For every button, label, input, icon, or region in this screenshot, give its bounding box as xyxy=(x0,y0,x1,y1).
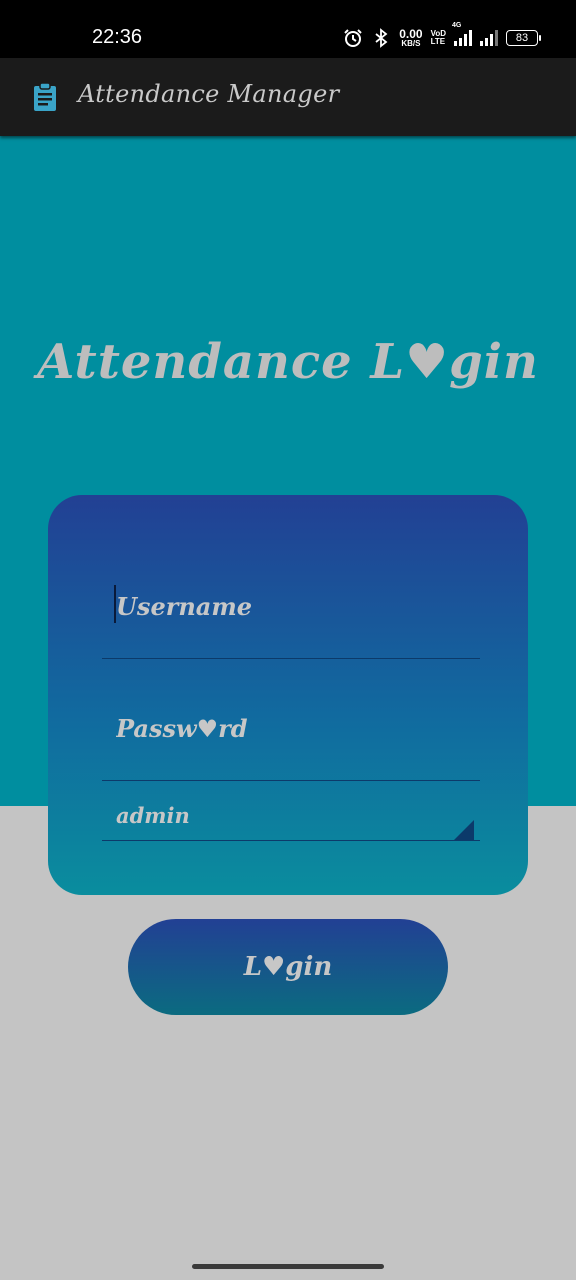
nav-bar xyxy=(0,1254,576,1280)
network-type: 4G xyxy=(452,22,462,29)
status-time: 22:36 xyxy=(92,26,143,48)
password-input[interactable] xyxy=(102,699,480,757)
network-speed: 0.00 KB/S xyxy=(399,28,422,48)
home-indicator[interactable] xyxy=(192,1264,384,1269)
username-input[interactable] xyxy=(102,577,480,635)
login-card: admin xyxy=(48,495,528,895)
password-field xyxy=(102,699,480,781)
text-cursor xyxy=(114,585,116,623)
login-button-label: L♥gin xyxy=(243,952,333,982)
network-speed-unit: KB/S xyxy=(401,39,421,48)
volte-indicator: VoD LTE xyxy=(431,30,446,46)
status-icons: 0.00 KB/S VoD LTE 4G 83 xyxy=(343,22,541,50)
username-field xyxy=(102,577,480,659)
bluetooth-icon xyxy=(375,28,388,48)
battery-level: 83 xyxy=(515,32,529,44)
role-dropdown[interactable]: admin xyxy=(102,795,480,841)
signal-icon: 4G xyxy=(452,22,472,46)
volte-bottom: LTE xyxy=(430,37,446,46)
app-bar: Attendance Manager xyxy=(0,58,576,136)
login-button[interactable]: L♥gin xyxy=(128,919,448,1015)
role-selected-value: admin xyxy=(116,803,190,828)
dropdown-triangle-icon xyxy=(454,820,474,840)
alarm-icon xyxy=(344,29,362,47)
signal-icon xyxy=(480,30,498,46)
status-bar: 22:36 0.00 KB/S VoD LTE 4G 83 xyxy=(0,0,576,58)
login-heading: Attendance L♥gin xyxy=(37,334,539,390)
app-title: Attendance Manager xyxy=(78,80,340,108)
clipboard-icon xyxy=(34,82,56,111)
battery-icon: 83 xyxy=(506,30,541,46)
